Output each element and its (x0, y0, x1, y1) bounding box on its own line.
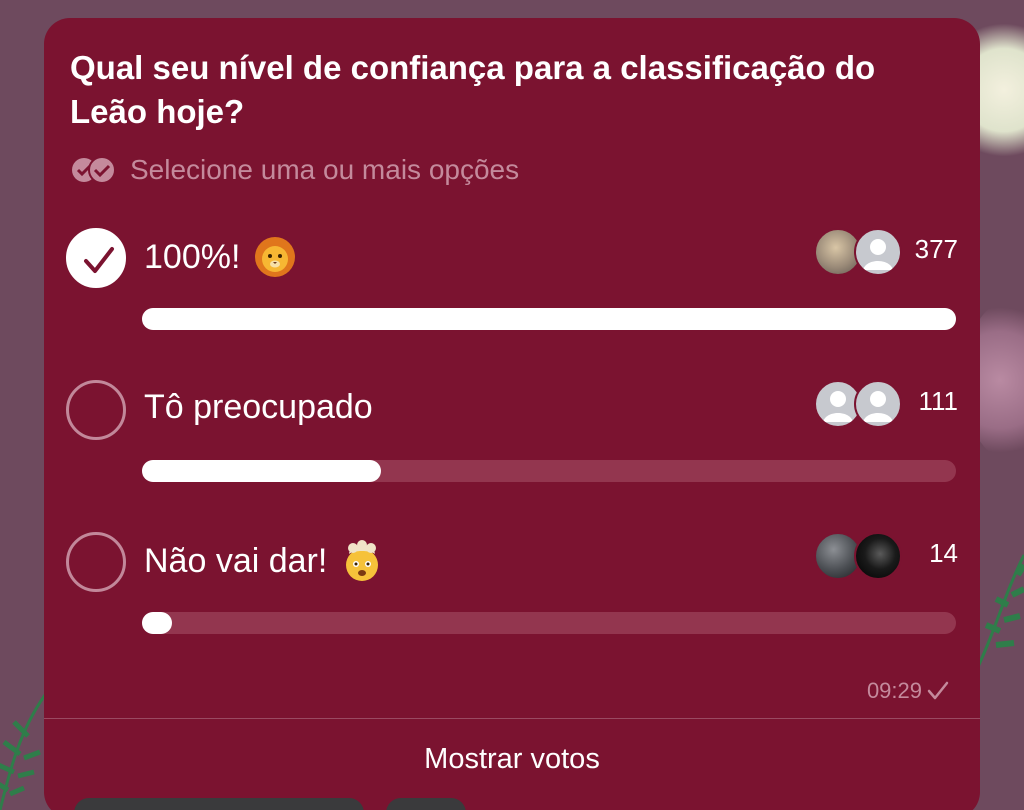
avatar (854, 380, 902, 428)
option-label-text: Tô preocupado (144, 388, 373, 426)
option-checkbox[interactable] (66, 532, 126, 592)
poll-subtitle-text: Selecione uma ou mais opções (130, 154, 520, 185)
voters-avatars[interactable] (814, 532, 906, 582)
vote-bar-fill (142, 612, 173, 634)
option-checkbox[interactable] (66, 380, 126, 440)
vote-bar (142, 460, 956, 482)
checkmark-icon (84, 247, 114, 273)
avatar (854, 532, 902, 580)
divider (44, 718, 980, 719)
lion-face-icon (255, 237, 296, 277)
vote-bar-fill (142, 308, 956, 330)
option-label-text: 100%! (144, 237, 241, 276)
poll-option-nao-vai-dar[interactable]: Não vai dar! 14 (66, 532, 958, 642)
avatar (854, 228, 902, 276)
multi-check-icon (72, 156, 116, 184)
option-label: Tô preocupado (144, 388, 373, 427)
poll-subtitle: Selecione uma ou mais opções (70, 152, 519, 188)
poll-question: Qual seu nível de confiança para a class… (70, 49, 876, 130)
message-time: 09:29 (867, 678, 950, 704)
vote-count: 111 (918, 386, 958, 416)
sent-check-icon (927, 681, 949, 700)
reaction-pill[interactable] (386, 798, 466, 810)
vote-count: 14 (929, 538, 958, 568)
poll-card: Qual seu nível de confiança para a class… (44, 18, 980, 810)
option-label: 100%! (144, 236, 296, 278)
exploding-head-icon (346, 540, 379, 581)
vote-count: 377 (914, 234, 958, 264)
vote-bar (142, 612, 956, 634)
poll-option-preocupado[interactable]: Tô preocupado 111 (66, 380, 958, 490)
vote-bar-fill (142, 460, 382, 482)
option-checkbox[interactable] (66, 228, 126, 288)
background-leaf (974, 554, 1024, 676)
option-label: Não vai dar! (144, 540, 383, 582)
option-label-text: Não vai dar! (144, 541, 328, 580)
message-time-text: 09:29 (866, 678, 922, 703)
poll-option-100[interactable]: 100%! 377 (66, 228, 958, 338)
voters-avatars[interactable] (814, 380, 906, 430)
user-placeholder-icon (863, 391, 893, 422)
user-placeholder-icon (863, 239, 893, 270)
voters-avatars[interactable] (814, 228, 906, 278)
show-votes-button[interactable]: Mostrar votos (44, 743, 980, 776)
reaction-pill[interactable] (74, 798, 364, 810)
vote-bar (142, 308, 956, 330)
